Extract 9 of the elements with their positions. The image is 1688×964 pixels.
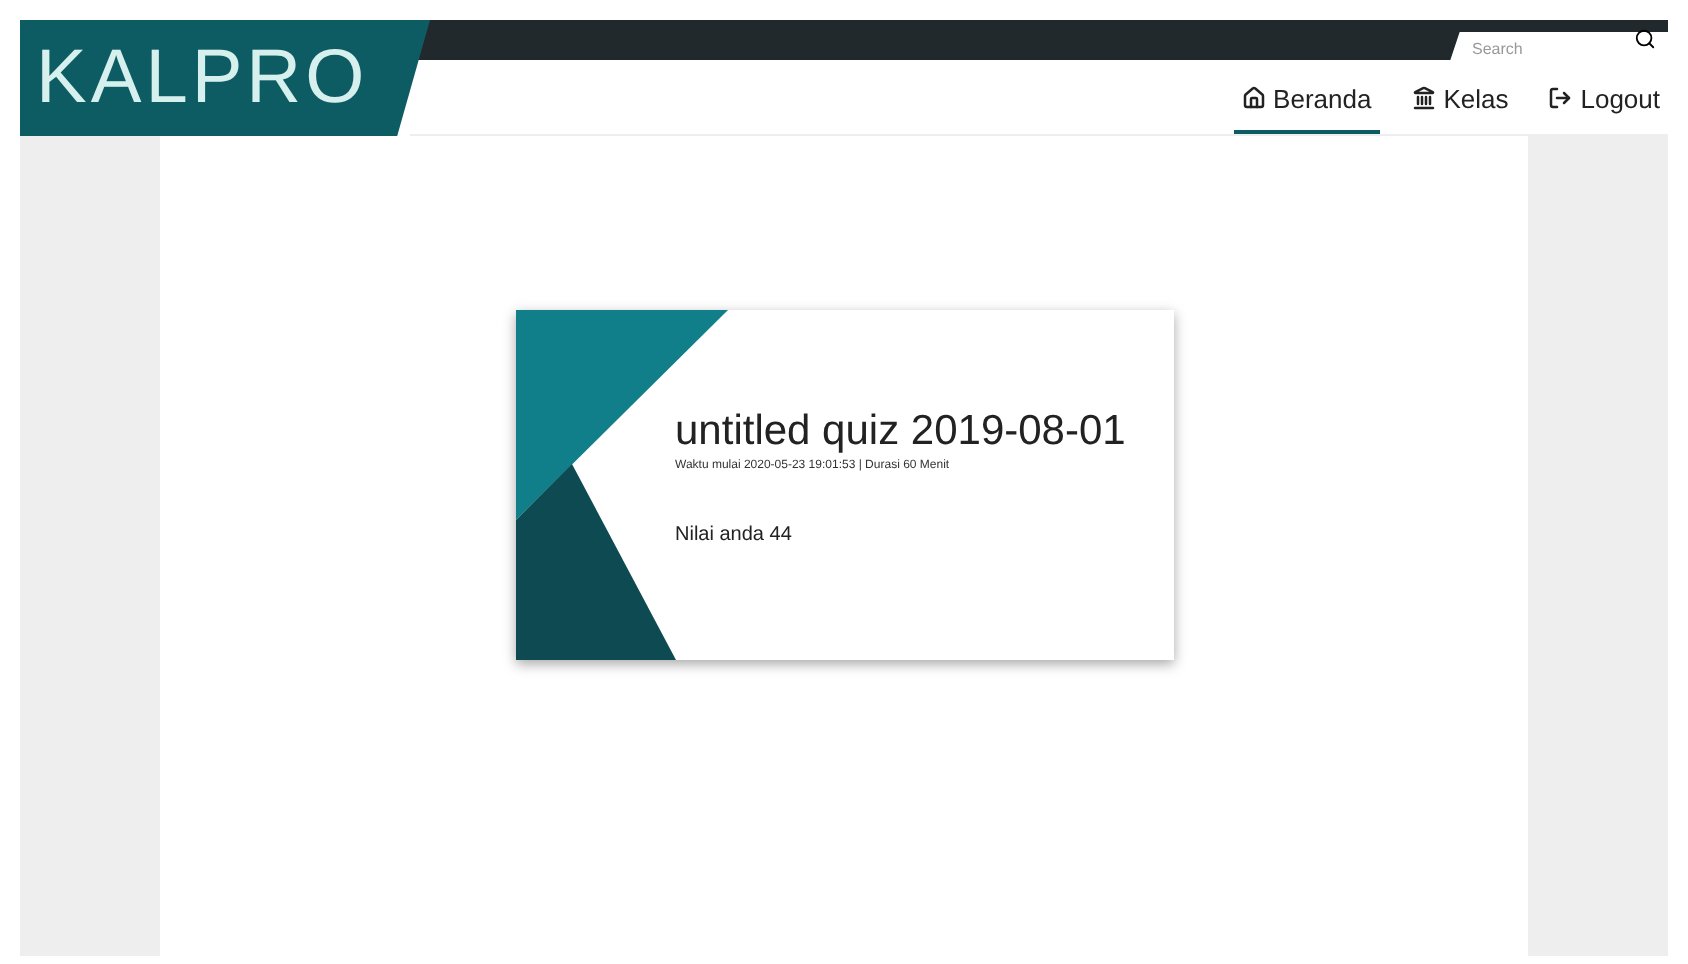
building-icon [1411,86,1436,111]
quiz-score: Nilai anda 44 [675,522,794,551]
quiz-title: untitled quiz 2019-08-01 [675,406,1126,458]
nav-link[interactable]: Logout [1540,79,1668,134]
nav-link[interactable]: Kelas [1403,79,1517,134]
logo: KALPRO [20,20,430,136]
home-icon [1241,86,1266,111]
logout-icon [1548,86,1573,111]
search-icon[interactable] [1634,28,1656,50]
